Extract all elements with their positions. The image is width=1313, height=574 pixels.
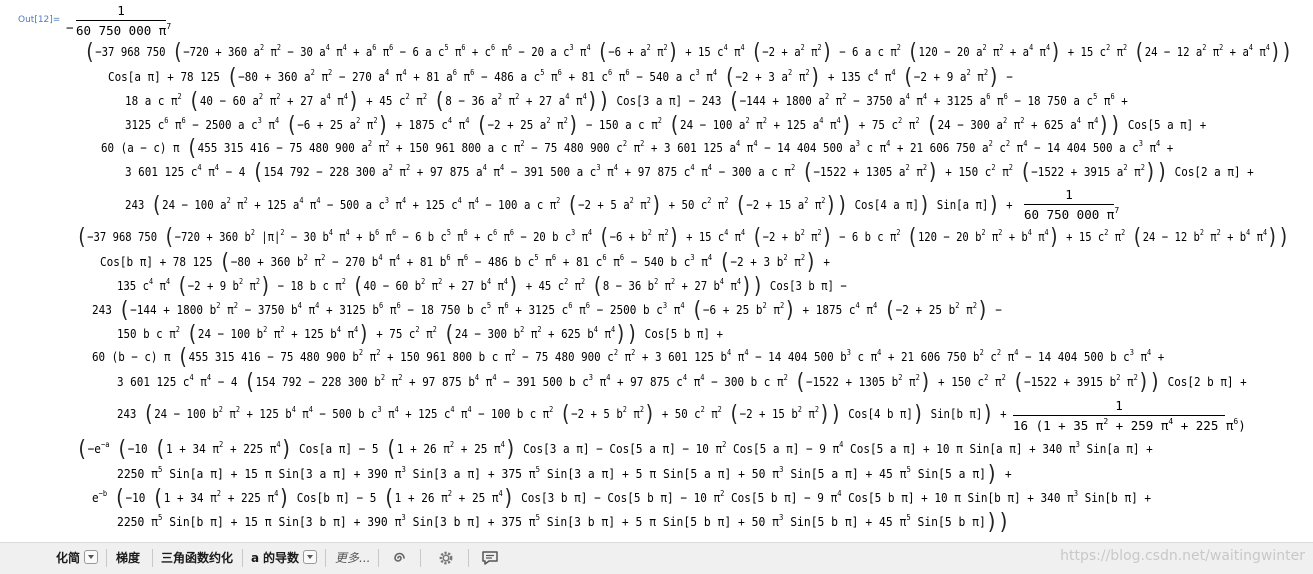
watermark: https://blog.csdn.net/waitingwinter: [1060, 548, 1305, 564]
more-button[interactable]: 更多...: [335, 549, 370, 567]
second-fraction: 1 60 750 000 π7: [1024, 187, 1120, 223]
fraction-denominator: 60 750 000 π7: [1024, 206, 1120, 223]
expression-line: 150 b c π2 (24 − 100 b2 π2 + 125 b4 π4) …: [117, 322, 723, 347]
expression-line: 135 c4 π4 (−2 + 9 b2 π2) − 18 b c π2 (40…: [117, 274, 847, 299]
fraction-numerator: 1: [1065, 187, 1073, 202]
fraction-numerator: 1: [117, 3, 125, 18]
simplify-button[interactable]: 化简: [56, 549, 99, 567]
toolbar-divider: [242, 549, 243, 567]
spiral-icon[interactable]: [389, 548, 409, 568]
expression-line: 3 601 125 c4 π4 − 4 (154 792 − 228 300 b…: [117, 370, 1247, 395]
toolbar-divider: [420, 549, 421, 567]
trig-reduce-button[interactable]: 三角函数约化: [161, 549, 233, 567]
derivative-variable: a: [251, 551, 260, 565]
expression-line: e−b (−10 (1 + 34 π2 + 225 π4) Cos[b π] −…: [92, 486, 1151, 511]
toolbar-divider: [468, 549, 469, 567]
gradient-button[interactable]: 梯度: [116, 549, 140, 567]
chat-bubble-icon[interactable]: [480, 548, 500, 568]
trig-reduce-label: 三角函数约化: [161, 551, 234, 565]
toolbar-divider: [325, 549, 326, 567]
gear-icon[interactable]: [436, 548, 456, 568]
expression-line: 3125 c6 π6 − 2500 a c3 π4 (−6 + 25 a2 π2…: [125, 113, 1207, 138]
expression-line: 60 (a − c) π (455 315 416 − 75 480 900 a…: [101, 136, 1174, 161]
expression-line: (−37 968 750 (−720 + 360 b2 |π|2 − 30 b4…: [76, 225, 1290, 250]
leading-minus-sign: −: [66, 20, 74, 35]
expression-line: (−37 968 750 (−720 + 360 a2 π2 − 30 a4 π…: [84, 40, 1293, 65]
fraction-numerator: 1: [1115, 398, 1123, 413]
expression-line: Cos[b π] + 78 125 (−80 + 360 b2 π2 − 270…: [100, 250, 830, 275]
expression-line: 2250 π5 Sin[b π] + 15 π Sin[3 b π] + 390…: [117, 510, 1010, 535]
expression-line: 3 601 125 c4 π4 − 4 (154 792 − 228 300 a…: [125, 160, 1254, 185]
toolbar-divider: [378, 549, 379, 567]
simplify-label: 化简: [56, 551, 81, 565]
expression-line: 18 a c π2 (40 − 60 a2 π2 + 27 a4 π4) + 4…: [125, 89, 1128, 114]
leading-fraction: 1 60 750 000 π7: [76, 3, 172, 39]
expression-line: 243 (24 − 100 b2 π2 + 125 b4 π4 − 500 b …: [117, 402, 1007, 427]
fraction-denominator: 60 750 000 π7: [76, 22, 172, 39]
third-fraction: 1 16 (1 + 35 π2 + 259 π4 + 225 π6): [1013, 398, 1246, 434]
expression-line: 243 (24 − 100 a2 π2 + 125 a4 π4 − 500 a …: [125, 193, 1013, 218]
derivative-button[interactable]: a 的导数: [251, 549, 317, 567]
toolbar-divider: [106, 549, 107, 567]
fraction-bar: [1013, 415, 1225, 416]
fraction-bar: [1024, 204, 1114, 205]
derivative-label: 的导数: [262, 551, 299, 565]
expression-line: Cos[a π] + 78 125 (−80 + 360 a2 π2 − 270…: [108, 65, 1013, 90]
toolbar-divider: [152, 549, 153, 567]
gradient-label: 梯度: [116, 551, 141, 565]
chevron-down-icon[interactable]: [302, 550, 317, 564]
expression-line: 60 (b − c) π (455 315 416 − 75 480 900 b…: [92, 345, 1165, 370]
expression-line: 243 (−144 + 1800 b2 π2 − 3750 b4 π4 + 31…: [92, 298, 1002, 323]
chevron-down-icon[interactable]: [84, 550, 99, 564]
expression-line: 2250 π5 Sin[a π] + 15 π Sin[3 a π] + 390…: [117, 462, 1012, 487]
expression-line: (−e−a (−10 (1 + 34 π2 + 225 π4) Cos[a π]…: [76, 437, 1153, 462]
output-cell-label: Out[12]=: [18, 15, 61, 25]
fraction-denominator: 16 (1 + 35 π2 + 259 π4 + 225 π6): [1013, 417, 1246, 434]
fraction-bar: [76, 20, 166, 21]
